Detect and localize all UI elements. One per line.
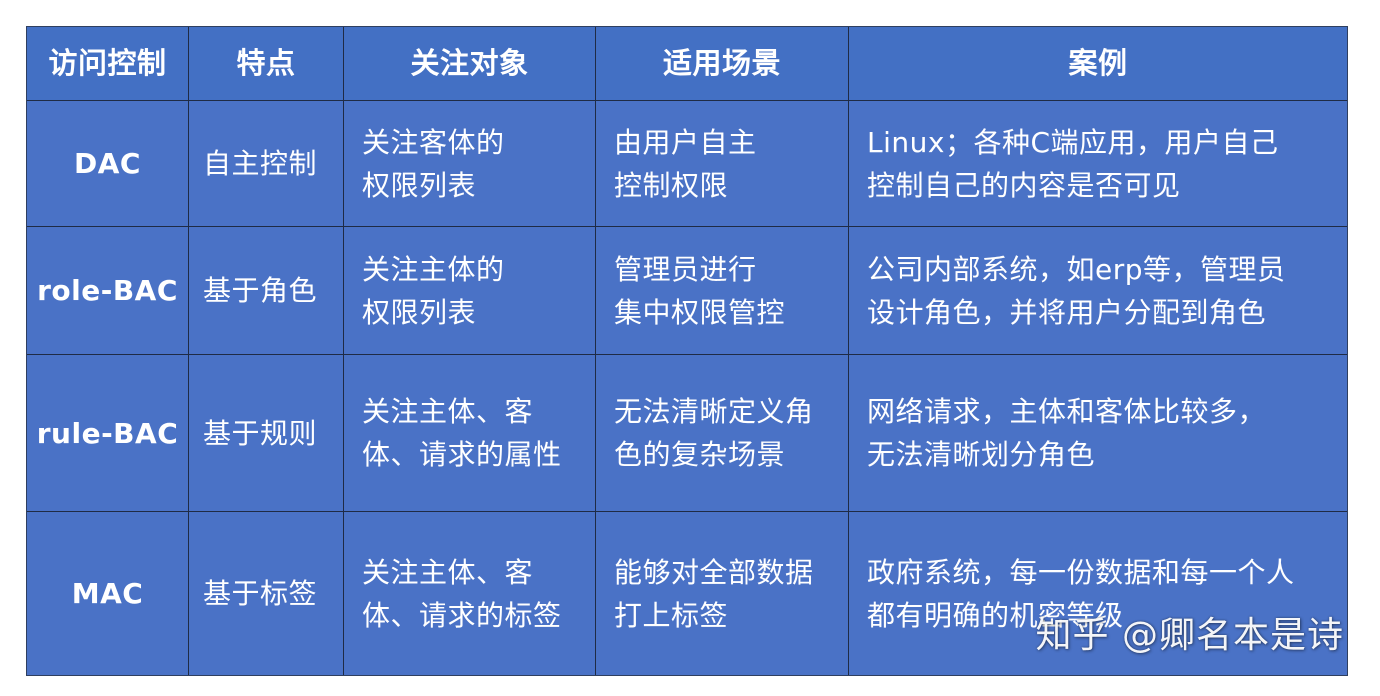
header-case: 案例 — [849, 27, 1347, 100]
header-access-control: 访问控制 — [27, 27, 188, 100]
row-dac-feature: 自主控制 — [189, 101, 343, 226]
page: 访问控制 特点 关注对象 适用场景 案例 DAC 自主控制 关注客体的 权限列表… — [0, 0, 1380, 696]
row-dac-scenario: 由用户自主 控制权限 — [596, 101, 848, 226]
watermark: 知乎 @卿名本是诗 — [1035, 615, 1344, 656]
row-rule-bac-feature: 基于规则 — [189, 355, 343, 511]
row-dac-focus: 关注客体的 权限列表 — [344, 101, 595, 226]
access-control-table: 访问控制 特点 关注对象 适用场景 案例 DAC 自主控制 关注客体的 权限列表… — [26, 26, 1348, 676]
row-mac-feature: 基于标签 — [189, 512, 343, 675]
row-role-bac-case: 公司内部系统，如erp等，管理员 设计角色，并将用户分配到角色 — [849, 227, 1347, 354]
row-rule-bac-scenario: 无法清晰定义角 色的复杂场景 — [596, 355, 848, 511]
header-feature: 特点 — [189, 27, 343, 100]
row-role-bac-focus: 关注主体的 权限列表 — [344, 227, 595, 354]
row-role-bac-name: role-BAC — [27, 227, 188, 354]
row-dac-case: Linux；各种C端应用，用户自己 控制自己的内容是否可见 — [849, 101, 1347, 226]
row-mac-scenario: 能够对全部数据 打上标签 — [596, 512, 848, 675]
row-mac-name: MAC — [27, 512, 188, 675]
row-mac-focus: 关注主体、客 体、请求的标签 — [344, 512, 595, 675]
row-role-bac-feature: 基于角色 — [189, 227, 343, 354]
row-rule-bac-focus: 关注主体、客 体、请求的属性 — [344, 355, 595, 511]
row-dac-name: DAC — [27, 101, 188, 226]
header-scenario: 适用场景 — [596, 27, 848, 100]
header-focus: 关注对象 — [344, 27, 595, 100]
row-rule-bac-name: rule-BAC — [27, 355, 188, 511]
row-role-bac-scenario: 管理员进行 集中权限管控 — [596, 227, 848, 354]
row-rule-bac-case: 网络请求，主体和客体比较多， 无法清晰划分角色 — [849, 355, 1347, 511]
